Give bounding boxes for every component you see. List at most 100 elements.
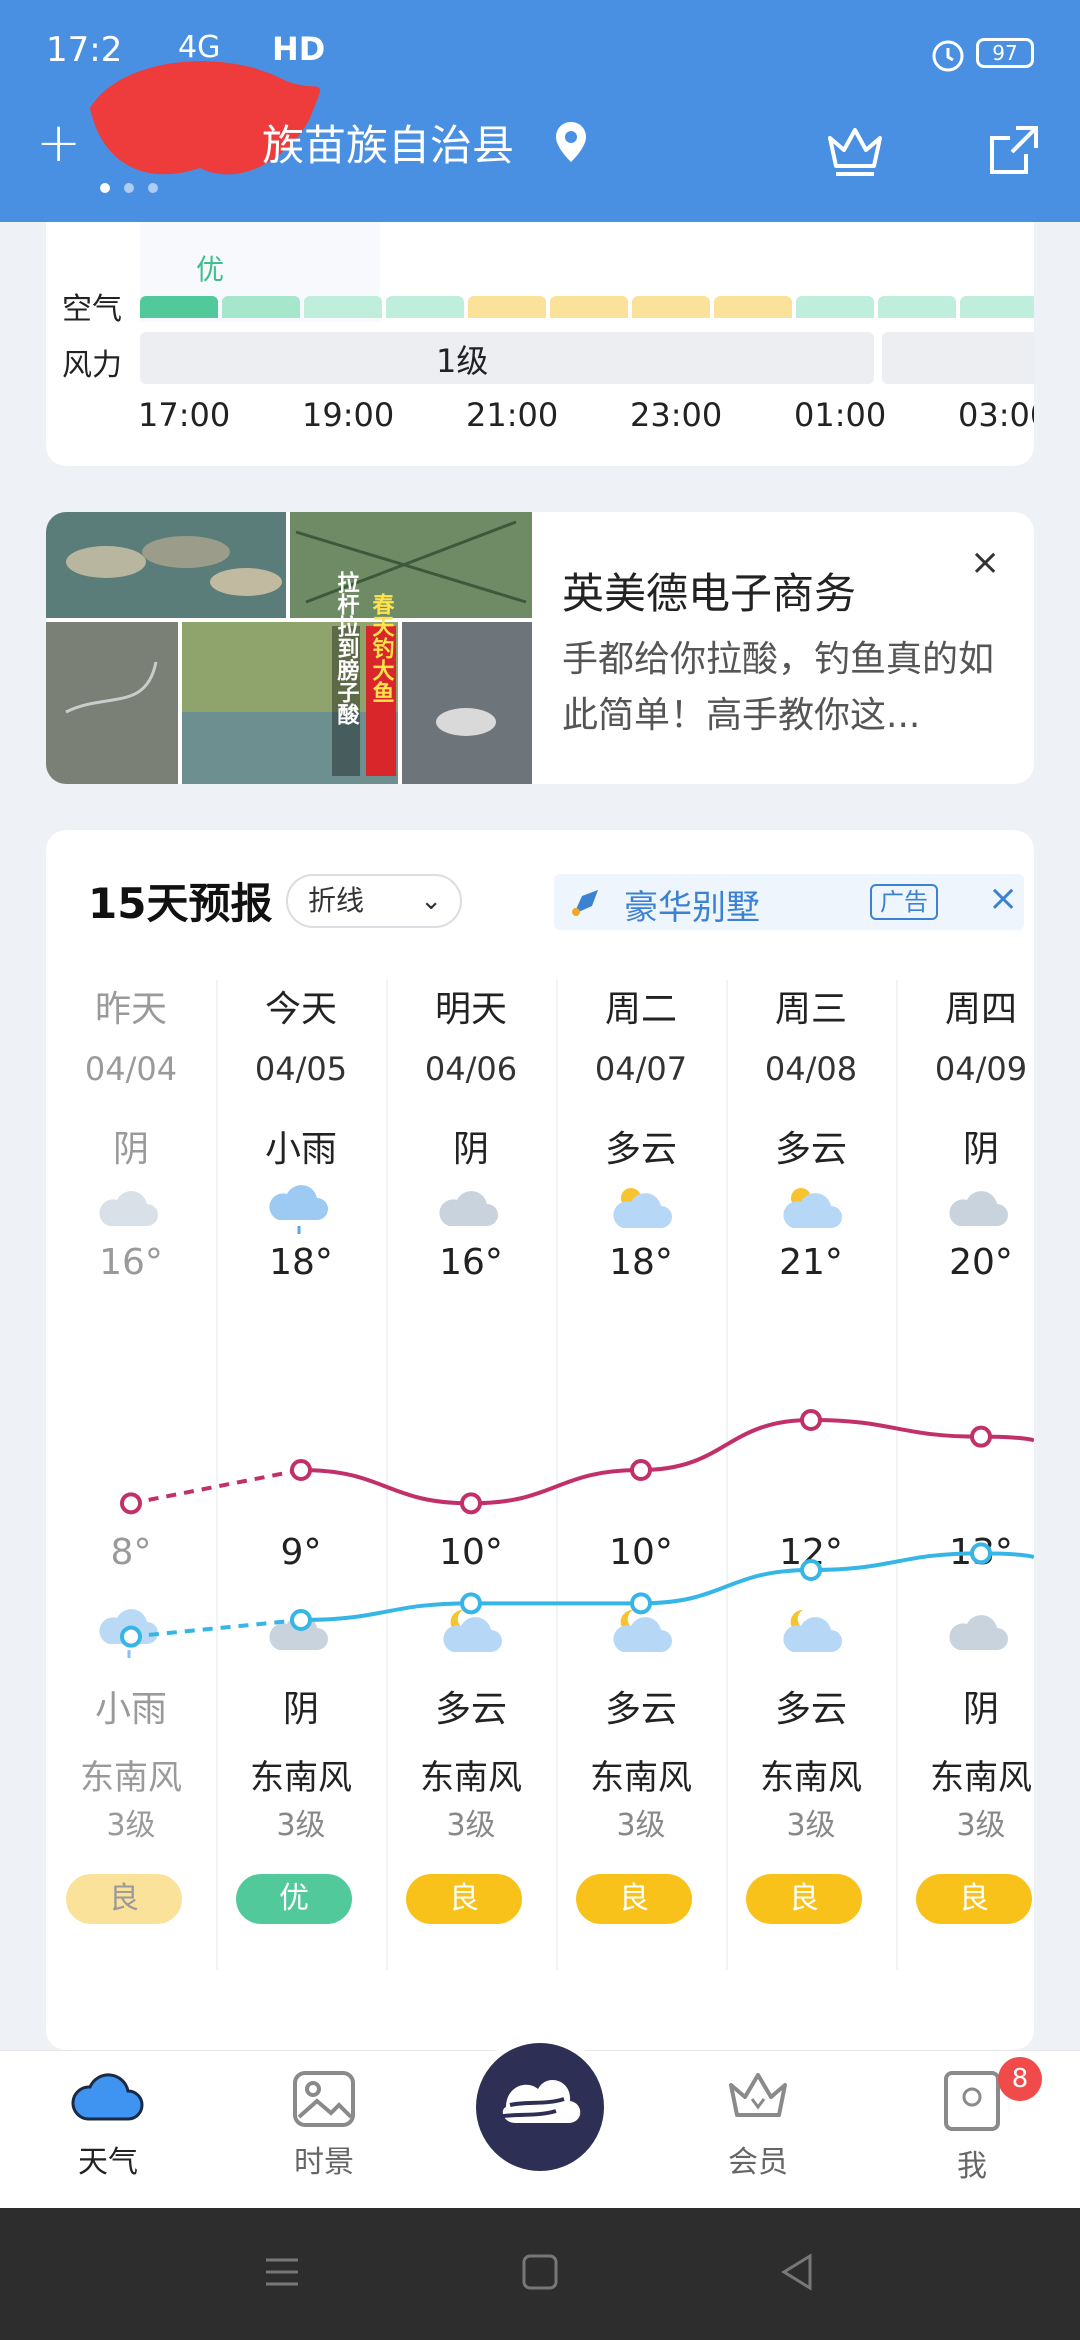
hourly-forecast-card: 优 空气 风力 1级 17:00 19:00 21:00 23:00 01:00…: [46, 222, 1034, 466]
forecast-day-column[interactable]: 周四 04/09 阴 20° 13° 阴东南风 3级良: [896, 980, 1034, 1980]
aqi-segment: [468, 296, 546, 318]
column-divider: [556, 980, 558, 1970]
forecast-day-column[interactable]: 明天 04/06 阴 16° 10° 多云 东南风 3级良: [386, 980, 556, 1980]
view-mode-label: 折线: [308, 884, 365, 917]
nav-label: 会员: [728, 2145, 788, 2180]
aqi-pill: 良: [576, 1874, 692, 1924]
ad-badge: 广告: [870, 884, 938, 920]
date-label: 04/08: [764, 1050, 858, 1088]
hour-label: 03:00: [958, 396, 1034, 434]
aqi-segment: [796, 296, 874, 318]
home-icon[interactable]: [520, 2252, 560, 2292]
bottom-nav: 天气 时景 会员 我 8: [0, 2035, 1080, 2208]
cloud-icon: [71, 2073, 144, 2121]
wind-level-label: 3级: [786, 1808, 836, 1843]
nav-scenery[interactable]: 时景: [254, 2069, 394, 2181]
air-row-label: 空气: [62, 292, 122, 327]
ad-image-text-2: 春天钓大鱼: [369, 593, 395, 703]
crown-icon: [729, 2073, 787, 2117]
page-dot: [148, 183, 158, 193]
add-location-icon[interactable]: +: [36, 116, 81, 170]
aqi-segment: [386, 296, 464, 318]
aqi-segment: [632, 296, 710, 318]
forecast-day-column[interactable]: 今天 04/05 小雨 18° 9° 阴东南风 3级优: [216, 980, 386, 1980]
nav-label: 我: [957, 2149, 987, 2184]
page-dot: [100, 183, 110, 193]
nav-label: 天气: [78, 2145, 138, 2180]
profile-icon: [944, 2071, 1000, 2131]
low-temp-label: 12°: [779, 1532, 843, 1573]
partly-cloudy-night-icon: [726, 1604, 896, 1660]
night-weather-label: 阴: [282, 1689, 319, 1730]
column-divider: [896, 980, 898, 1970]
wind-direction-label: 东南风: [420, 1758, 522, 1798]
aqi-pill: 良: [66, 1874, 182, 1924]
forecast-day-column[interactable]: 昨天 04/04 阴 16° 8° 小雨 东南风 3级良: [46, 980, 216, 1980]
night-weather-label: 小雨: [94, 1689, 167, 1730]
menu-icon[interactable]: [262, 2252, 302, 2292]
high-temp-label: 18°: [269, 1242, 333, 1283]
rocket-icon: [572, 890, 598, 916]
day-weather-label: 小雨: [264, 1129, 337, 1170]
low-temp-label: 10°: [439, 1532, 503, 1573]
column-divider: [386, 980, 388, 1970]
ad-card[interactable]: 拉杆拉到膀子酸 春天钓大鱼 英美德电子商务 手都给你拉酸，钓鱼真的如此简单！高手…: [46, 512, 1034, 784]
aqi-segment: [878, 296, 956, 318]
wind-direction-label: 东南风: [80, 1758, 182, 1798]
close-icon[interactable]: ×: [988, 878, 1018, 919]
wind-level-label: 3级: [616, 1808, 666, 1843]
hour-label: 01:00: [794, 396, 887, 434]
hour-label: 23:00: [630, 396, 723, 434]
location-title[interactable]: 族苗族自治县: [262, 112, 514, 173]
day-weather-label: 阴: [112, 1129, 149, 1170]
date-label: 04/04: [84, 1050, 178, 1088]
back-icon[interactable]: [776, 2252, 816, 2292]
close-icon[interactable]: ×: [970, 542, 1000, 583]
day-weather-label: 多云: [604, 1129, 677, 1170]
partly-cloudy-day-icon: [556, 1180, 726, 1236]
light-rain-icon: [216, 1180, 386, 1236]
hour-label: 19:00: [302, 396, 395, 434]
low-temp-label: 9°: [280, 1532, 322, 1573]
date-label: 04/07: [594, 1050, 688, 1088]
cloudy-icon: [216, 1604, 386, 1660]
photo-icon: [293, 2071, 355, 2127]
page-dot: [124, 183, 134, 193]
share-icon[interactable]: [986, 122, 1042, 178]
high-temp-label: 20°: [949, 1242, 1013, 1283]
location-pin-icon: [556, 122, 586, 162]
nav-weather[interactable]: 天气: [38, 2069, 178, 2181]
weekday-label: 周四: [944, 989, 1017, 1030]
weekday-label: 今天: [264, 989, 337, 1030]
low-temp-label: 13°: [949, 1532, 1013, 1573]
center-app-button[interactable]: [468, 2035, 612, 2179]
forecast-day-column[interactable]: 周三 04/08 多云 21° 12° 多云 东南风 3级良: [726, 980, 896, 1980]
crown-icon[interactable]: [822, 118, 888, 182]
aqi-segment: [714, 296, 792, 318]
ad-image: 拉杆拉到膀子酸 春天钓大鱼: [46, 512, 532, 784]
aqi-pill: 良: [406, 1874, 522, 1924]
day-weather-label: 多云: [774, 1129, 847, 1170]
cloudy-icon: [896, 1180, 1034, 1236]
cloudy-icon: [386, 1180, 556, 1236]
light-rain-icon: [46, 1604, 216, 1660]
high-temp-label: 16°: [99, 1242, 163, 1283]
wind-bar: [140, 332, 874, 384]
night-weather-label: 多云: [774, 1689, 847, 1730]
view-mode-dropdown[interactable]: 折线 ⌄: [286, 874, 462, 928]
night-weather-label: 多云: [604, 1689, 677, 1730]
wind-level-label: 3级: [106, 1808, 156, 1843]
aqi-segment: [222, 296, 300, 318]
cloudy-icon: [46, 1180, 216, 1236]
system-navigation-bar: [0, 2208, 1080, 2340]
partly-cloudy-day-icon: [726, 1180, 896, 1236]
partly-cloudy-night-icon: [556, 1604, 726, 1660]
forecast-day-column[interactable]: 周二 04/07 多云 18° 10° 多云 东南风 3级良: [556, 980, 726, 1980]
aqi-pill: 优: [236, 1874, 352, 1924]
aqi-pill: 良: [746, 1874, 862, 1924]
nav-membership[interactable]: 会员: [688, 2069, 828, 2181]
date-label: 04/09: [934, 1050, 1028, 1088]
mini-ad-text: 豪华别墅: [624, 888, 760, 928]
forecast-15day-card: 15天预报 折线 ⌄ 豪华别墅 广告 × 昨天 04/04 阴 16° 8° 小雨 东南风 3…: [46, 830, 1034, 2050]
mini-ad-banner[interactable]: 豪华别墅 广告 ×: [554, 874, 1024, 930]
